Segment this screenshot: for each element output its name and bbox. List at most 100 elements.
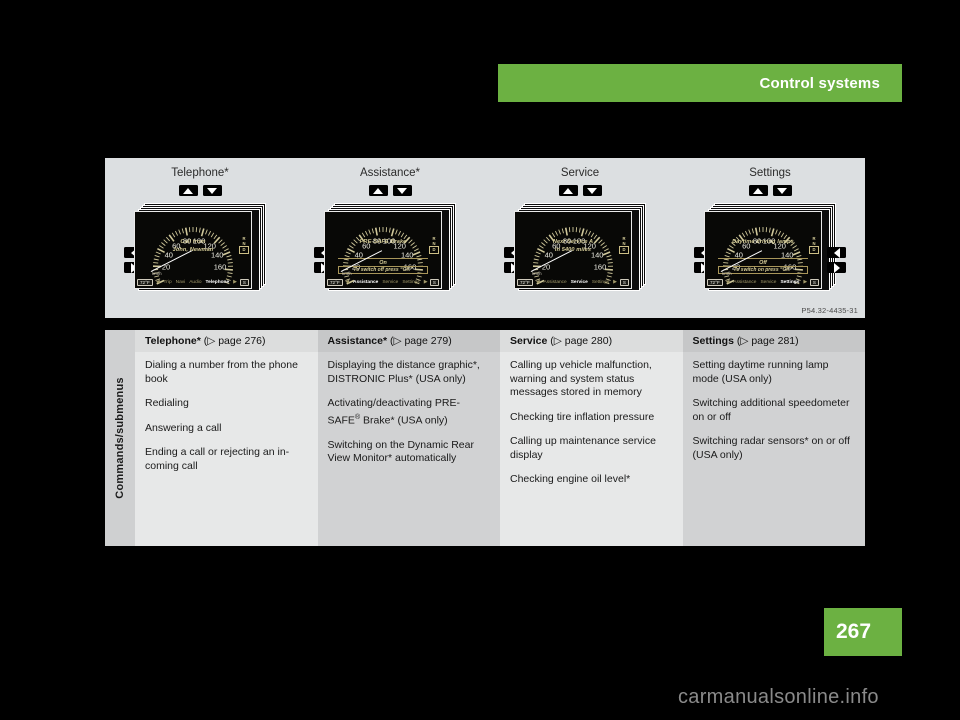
cluster-stage: 20 40 60 80 100 120 140 160 Next Service A in 5… — [504, 203, 654, 293]
triangle-down-icon[interactable] — [772, 185, 792, 196]
divider — [338, 258, 428, 259]
table-column-telephone: Telephone* (▷ page 276) Dialing a number… — [135, 330, 318, 546]
display-menu-item[interactable]: Trip — [164, 280, 172, 285]
display-menu-item[interactable]: Settings — [402, 280, 419, 285]
updown-buttons — [368, 185, 412, 196]
display-menu-item[interactable]: Service — [382, 280, 398, 285]
cluster-assistance: Assistance* 20 40 60 80 100 120 140 160 PRE-SAF… — [295, 158, 485, 318]
speed-unit-label: km/h — [152, 271, 162, 276]
table-column-page-ref[interactable]: (▷ page 281) — [734, 335, 799, 347]
commands-table: Commands/submenus Telephone* (▷ page 276… — [105, 330, 865, 546]
table-cell-item: Ending a call or rejecting an in-coming … — [145, 446, 290, 472]
instrument-display: 20 40 60 80 100 120 140 160 PRE-SAFE Brake On T… — [324, 211, 442, 289]
triangle-down-icon[interactable] — [202, 185, 222, 196]
updown-buttons — [558, 185, 602, 196]
figure-reference: P54.32-4435-31 — [801, 306, 858, 315]
page-number: 267 — [836, 620, 872, 643]
instrument-display: 20 40 60 80 100 120 140 160 Next Service A in 5… — [514, 211, 632, 289]
table-column-body: Calling up vehicle malfunction, warning … — [500, 352, 683, 546]
chevron-right-icon[interactable]: ▶ — [424, 280, 428, 285]
display-message: Call from John, Newman — [135, 238, 251, 254]
cluster-settings: Settings 20 40 60 80 100 120 140 160 Daytime dr… — [675, 158, 865, 318]
table-columns: Telephone* (▷ page 276) Dialing a number… — [135, 330, 865, 546]
display-menu-item[interactable]: Service — [760, 280, 776, 285]
chevron-left-icon[interactable]: ◀ — [345, 280, 349, 285]
table-column-page-ref[interactable]: (▷ page 276) — [201, 335, 266, 347]
table-column-body: Setting daytime running lamp mode (USA o… — [683, 352, 866, 546]
table-column-page-ref[interactable]: (▷ page 280) — [547, 335, 612, 347]
chevron-left-icon[interactable]: ◀ — [536, 280, 540, 285]
chevron-right-icon[interactable]: ▶ — [233, 280, 237, 285]
cluster-stage: 20 40 60 80 100 120 140 160 PRE-SAFE Brake On T… — [314, 203, 464, 293]
cluster-title: Telephone* — [171, 167, 229, 179]
right-buttons — [827, 247, 846, 273]
gear-label: D — [239, 246, 249, 254]
table-cell-item: Answering a call — [145, 421, 222, 434]
table-cell-item: Setting daytime running lamp mode (USA o… — [692, 359, 829, 385]
display-menu-item[interactable]: Service — [571, 280, 588, 285]
selected-gear: S — [429, 279, 439, 286]
cluster-stage: 20 40 60 80 100 120 140 160 Call from John, New… — [124, 203, 274, 293]
table-column-page-ref[interactable]: (▷ page 279) — [387, 335, 452, 347]
display-menu-item[interactable]: Audio — [189, 280, 201, 285]
display-message-line2: in 5400 miles — [554, 247, 592, 253]
table-row-label: Commands/submenus — [105, 330, 135, 546]
display-menu-item[interactable]: Navi — [176, 280, 186, 285]
table-column-name: Telephone* — [145, 335, 201, 347]
table-cell-item: Checking engine oil level* — [510, 473, 631, 485]
speed-unit-label: km/h — [342, 271, 352, 276]
cluster-stage: 20 40 60 80 100 120 140 160 Daytime driving lam… — [694, 203, 846, 293]
watermark: carmanualsonline.info — [678, 686, 879, 708]
triangle-up-icon[interactable] — [558, 185, 578, 196]
table-cell-item: Dialing a number from the phone book — [145, 359, 298, 385]
table-column-settings: Settings (▷ page 281) Setting daytime ru… — [682, 330, 866, 546]
display-status-bar: 72°F ◀ Assistance Service Settings ▶ S — [325, 277, 441, 288]
triangle-down-icon[interactable] — [392, 185, 412, 196]
gear-indicator: RND — [619, 236, 629, 254]
table-column-body: Displaying the distance graphic*, DISTRO… — [318, 352, 501, 546]
triangle-up-icon[interactable] — [748, 185, 768, 196]
triangle-up-icon[interactable] — [368, 185, 388, 196]
triangle-down-icon[interactable] — [582, 185, 602, 196]
display-menu-item[interactable]: Settings — [592, 280, 609, 285]
display-menu: ◀ Assistance Service Settings ▶ — [533, 280, 620, 285]
cluster-title: Service — [560, 167, 600, 179]
chapter-header-bar: Control systems — [498, 64, 902, 102]
display-menu-item[interactable]: Assistance — [733, 280, 756, 285]
instrument-display: 20 40 60 80 100 120 140 160 Call from John, New… — [134, 211, 252, 289]
display-status-bar: 72°F ◀ Assistance Service Settings ▶ S — [705, 277, 821, 288]
svg-text:160: 160 — [594, 262, 607, 271]
chevron-right-icon[interactable]: ▶ — [613, 280, 617, 285]
triangle-up-icon[interactable] — [178, 185, 198, 196]
chevron-left-icon[interactable]: ◀ — [156, 280, 160, 285]
display-menu-item[interactable]: Assistance — [544, 280, 567, 285]
display-menu-item[interactable]: Assistance — [353, 280, 378, 285]
display-menu-item[interactable]: Telephone — [206, 280, 230, 285]
display-message-line1: Call from — [180, 239, 206, 245]
table-cell-item: Redialing — [145, 397, 189, 409]
instrument-display: 20 40 60 80 100 120 140 160 Daytime driving lam… — [704, 211, 822, 289]
table-column-name: Service — [510, 335, 548, 347]
display-message-line2: John, Newman — [172, 247, 214, 253]
gear-label: D — [429, 246, 439, 254]
table-column-header: Service (▷ page 280) — [500, 330, 683, 352]
table-column-service: Service (▷ page 280) Calling up vehicle … — [500, 330, 683, 546]
triangle-right-icon[interactable] — [827, 262, 846, 273]
page-number-badge: 267 — [824, 608, 902, 656]
chapter-title: Control systems — [759, 74, 880, 92]
divider — [718, 258, 808, 259]
table-cell-item: Calling up maintenance service display — [510, 435, 656, 461]
cluster-title: Settings — [749, 167, 791, 179]
display-message: Next Service A in 5400 miles — [515, 238, 631, 254]
chevron-right-icon[interactable]: ▶ — [803, 280, 807, 285]
display-menu-item[interactable]: Settings — [780, 280, 799, 285]
gear-indicator: RND — [809, 236, 819, 254]
triangle-left-icon[interactable] — [827, 247, 846, 258]
cluster-row: Telephone* 20 40 60 80 100 120 140 160 Call fro… — [105, 158, 865, 318]
table-column-assistance: Assistance* (▷ page 279) Displaying the … — [317, 330, 501, 546]
chevron-left-icon[interactable]: ◀ — [726, 280, 730, 285]
selected-gear: S — [809, 279, 819, 286]
outside-temperature: 72°F — [327, 279, 343, 286]
updown-buttons — [178, 185, 222, 196]
speed-unit-label: km/h — [532, 271, 542, 276]
